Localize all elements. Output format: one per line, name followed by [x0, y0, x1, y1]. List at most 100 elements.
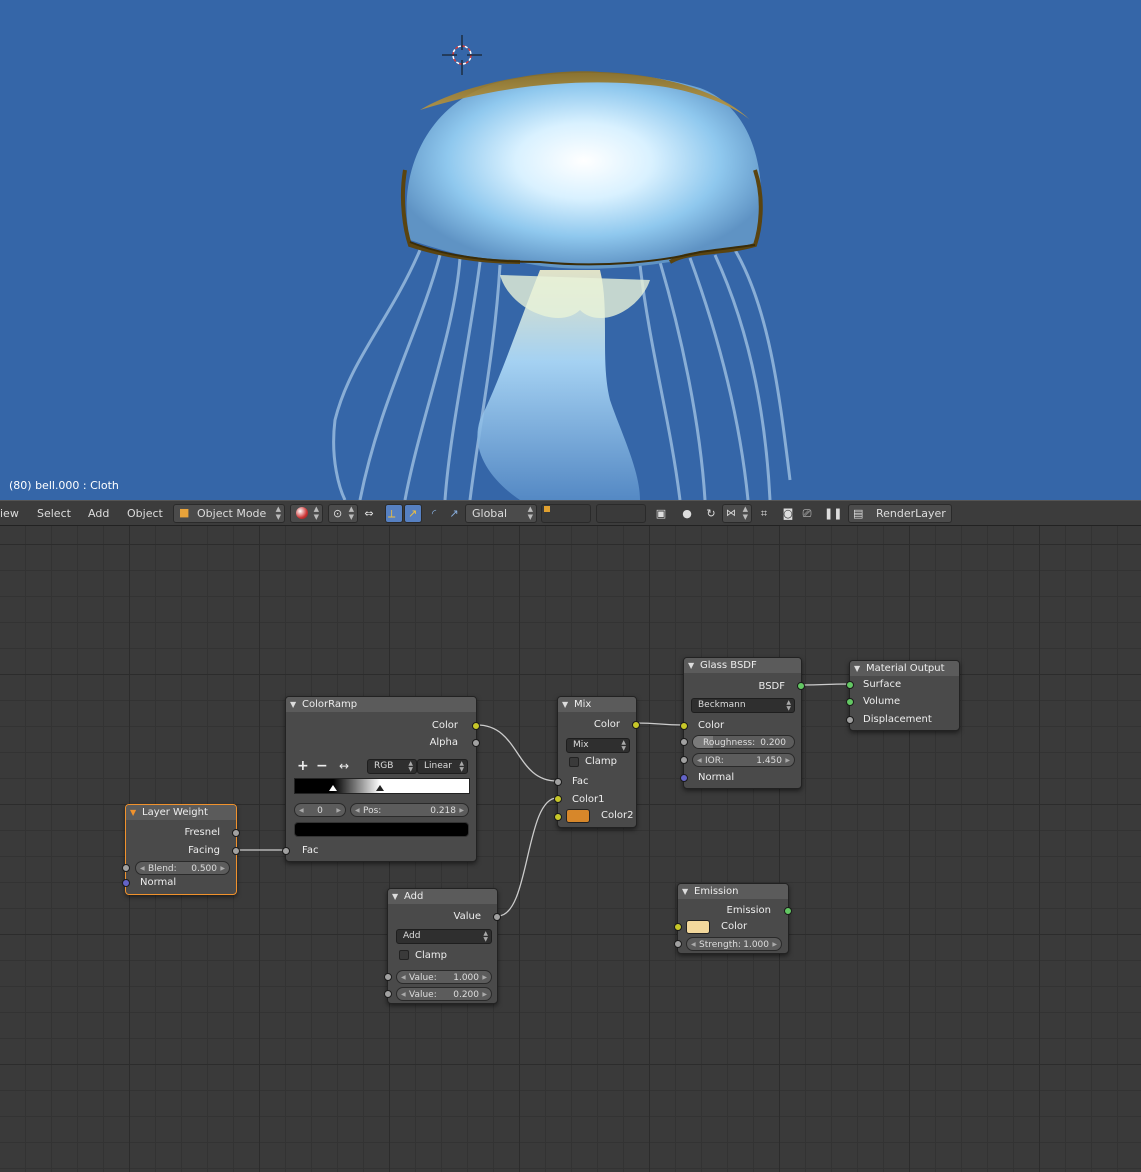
node-add-math[interactable]: ▼ Add Value Add ▲ ▼ Clamp ◀ Value: 1.000 ▶ ◀ Va… — [384, 888, 501, 1004]
socket-input-color[interactable] — [680, 722, 688, 730]
output-color-label: Color — [593, 719, 620, 730]
ramp-stop-marker[interactable] — [376, 785, 385, 791]
3d-viewport[interactable]: (80) bell.000 : Cloth — [0, 0, 1141, 500]
stop-index-field[interactable]: ◀ 0 ▶ — [294, 803, 346, 817]
proportional-edit-icon[interactable]: ● — [678, 505, 696, 522]
collapse-triangle-icon[interactable]: ▼ — [392, 889, 398, 904]
color-ramp-gradient[interactable] — [294, 778, 470, 794]
pause-icon[interactable]: ❚❚ — [824, 505, 842, 522]
stop-color-swatch[interactable] — [294, 822, 469, 837]
manipulator-toggle-button[interactable]: ⟂ — [385, 504, 403, 523]
node-header[interactable]: ▼ Material Output — [850, 661, 959, 676]
color2-swatch[interactable] — [566, 809, 590, 823]
socket-output-fresnel[interactable] — [232, 829, 240, 837]
node-header[interactable]: ▼ Glass BSDF — [684, 658, 801, 673]
node-header[interactable]: ▼ Mix — [558, 697, 636, 712]
cube-icon: ■ — [179, 506, 190, 519]
clamp-label: Clamp — [415, 950, 447, 961]
socket-input-fac[interactable] — [282, 847, 290, 855]
menu-object[interactable]: Object — [127, 501, 163, 526]
collapse-triangle-icon[interactable]: ▼ — [290, 697, 296, 712]
operation-dropdown[interactable]: Add ▲ ▼ — [396, 929, 492, 944]
node-editor[interactable]: ▼ ColorRamp Color Alpha + − ↔ RGB ▲ ▼ Linea… — [0, 526, 1141, 1172]
node-colorramp[interactable]: ▼ ColorRamp Color Alpha + − ↔ RGB ▲ ▼ Linea… — [282, 696, 480, 862]
layers-grid-1[interactable] — [541, 504, 591, 523]
blend-mode-dropdown[interactable]: Mix ▲ ▼ — [566, 738, 630, 753]
node-header[interactable]: ▼ Add — [388, 889, 497, 904]
remove-stop-button[interactable]: − — [316, 759, 328, 773]
node-header[interactable]: ▼ ColorRamp — [286, 697, 476, 712]
scale-manipulator-icon[interactable]: ↗ — [445, 505, 463, 522]
render-layer-selector[interactable]: ▤ RenderLayer — [848, 504, 952, 523]
snap-icon[interactable]: ↻ — [702, 505, 720, 522]
node-mix[interactable]: ▼ Mix Color Mix ▲ ▼ Clamp Fac Color1 Color2 — [554, 696, 640, 828]
socket-output-facing[interactable] — [232, 847, 240, 855]
collapse-triangle-icon[interactable]: ▼ — [682, 884, 688, 899]
3d-cursor-icon — [442, 35, 482, 75]
mode-selector[interactable]: ■ Object Mode ▲ ▼ — [173, 504, 285, 523]
socket-output-color[interactable] — [632, 721, 640, 729]
socket-input-color[interactable] — [674, 923, 682, 931]
clamp-checkbox[interactable] — [569, 757, 579, 767]
socket-input-color1[interactable] — [554, 795, 562, 803]
node-header[interactable]: ▼ Emission — [678, 884, 788, 899]
transform-orientation-selector[interactable]: Global ▲ ▼ — [465, 504, 537, 523]
socket-output-color[interactable] — [472, 722, 480, 730]
socket-output-emission[interactable] — [784, 907, 792, 915]
snap-target-icon[interactable]: ⌗ — [755, 505, 773, 522]
socket-output-alpha[interactable] — [472, 739, 480, 747]
translate-manipulator-button[interactable]: ↗ — [404, 504, 422, 523]
interpolation-dropdown[interactable]: Linear ▲ ▼ — [417, 759, 468, 774]
socket-output-bsdf[interactable] — [797, 682, 805, 690]
node-material-output[interactable]: ▼ Material Output Surface Volume Displace… — [846, 660, 960, 731]
strength-field[interactable]: ◀ Strength: 1.000 ▶ — [686, 937, 782, 951]
node-glass-bsdf[interactable]: ▼ Glass BSDF BSDF Beckmann ▲ ▼ Color Roughn… — [680, 657, 805, 789]
socket-input-value2[interactable] — [384, 990, 392, 998]
roughness-slider[interactable]: Roughness: 0.200 — [692, 735, 795, 749]
menu-view[interactable]: iew — [0, 501, 19, 526]
viewport-shading-selector[interactable]: ▲ ▼ — [290, 504, 323, 523]
ramp-stop-marker-active[interactable] — [329, 785, 338, 791]
snap-element-selector[interactable]: ⋈ ▲ ▼ — [722, 504, 752, 523]
socket-input-normal[interactable] — [122, 879, 130, 887]
socket-input-displacement[interactable] — [846, 716, 854, 724]
socket-input-value1[interactable] — [384, 973, 392, 981]
socket-input-surface[interactable] — [846, 681, 854, 689]
node-header[interactable]: ▼ Layer Weight — [126, 805, 236, 820]
menu-add[interactable]: Add — [88, 501, 109, 526]
node-emission[interactable]: ▼ Emission Emission Color ◀ Strength: 1.000… — [674, 883, 792, 954]
clamp-checkbox[interactable] — [399, 950, 409, 960]
layers-grid-2[interactable] — [596, 504, 646, 523]
add-stop-button[interactable]: + — [297, 759, 309, 773]
menu-select[interactable]: Select — [37, 501, 71, 526]
rotate-manipulator-icon[interactable]: ◜ — [425, 505, 443, 522]
collapse-triangle-icon[interactable]: ▼ — [688, 658, 694, 673]
socket-input-volume[interactable] — [846, 698, 854, 706]
opengl-render-animation-icon[interactable]: ⎚ — [798, 505, 816, 522]
manipulate-center-icon[interactable]: ⇔ — [360, 505, 378, 522]
socket-output-value[interactable] — [493, 913, 501, 921]
pivot-point-selector[interactable]: ⊙ ▲ ▼ — [328, 504, 358, 523]
lock-camera-icon[interactable]: ▣ — [652, 505, 670, 522]
socket-input-strength[interactable] — [674, 940, 682, 948]
socket-input-ior[interactable] — [680, 756, 688, 764]
distribution-dropdown[interactable]: Beckmann ▲ ▼ — [691, 698, 795, 713]
stop-position-field[interactable]: ◀ Pos: 0.218 ▶ — [350, 803, 469, 817]
collapse-triangle-icon[interactable]: ▼ — [130, 805, 136, 820]
ior-field[interactable]: ◀ IOR: 1.450 ▶ — [692, 753, 795, 767]
value2-field[interactable]: ◀ Value: 0.200 ▶ — [396, 987, 492, 1001]
socket-input-fac[interactable] — [554, 778, 562, 786]
value1-field[interactable]: ◀ Value: 1.000 ▶ — [396, 970, 492, 984]
blend-field[interactable]: ◀ Blend: 0.500 ▶ — [135, 861, 230, 875]
socket-input-blend[interactable] — [122, 864, 130, 872]
socket-input-color2[interactable] — [554, 813, 562, 821]
opengl-render-icon[interactable]: ◙ — [779, 505, 797, 522]
flip-ramp-button[interactable]: ↔ — [339, 759, 349, 773]
socket-input-normal[interactable] — [680, 774, 688, 782]
color-mode-dropdown[interactable]: RGB ▲ ▼ — [367, 759, 417, 774]
collapse-triangle-icon[interactable]: ▼ — [854, 661, 860, 676]
node-layer-weight[interactable]: ▼ Layer Weight Fresnel Facing ◀ Blend: 0.50… — [122, 804, 240, 895]
emission-color-swatch[interactable] — [686, 920, 710, 934]
collapse-triangle-icon[interactable]: ▼ — [562, 697, 568, 712]
socket-input-roughness[interactable] — [680, 738, 688, 746]
